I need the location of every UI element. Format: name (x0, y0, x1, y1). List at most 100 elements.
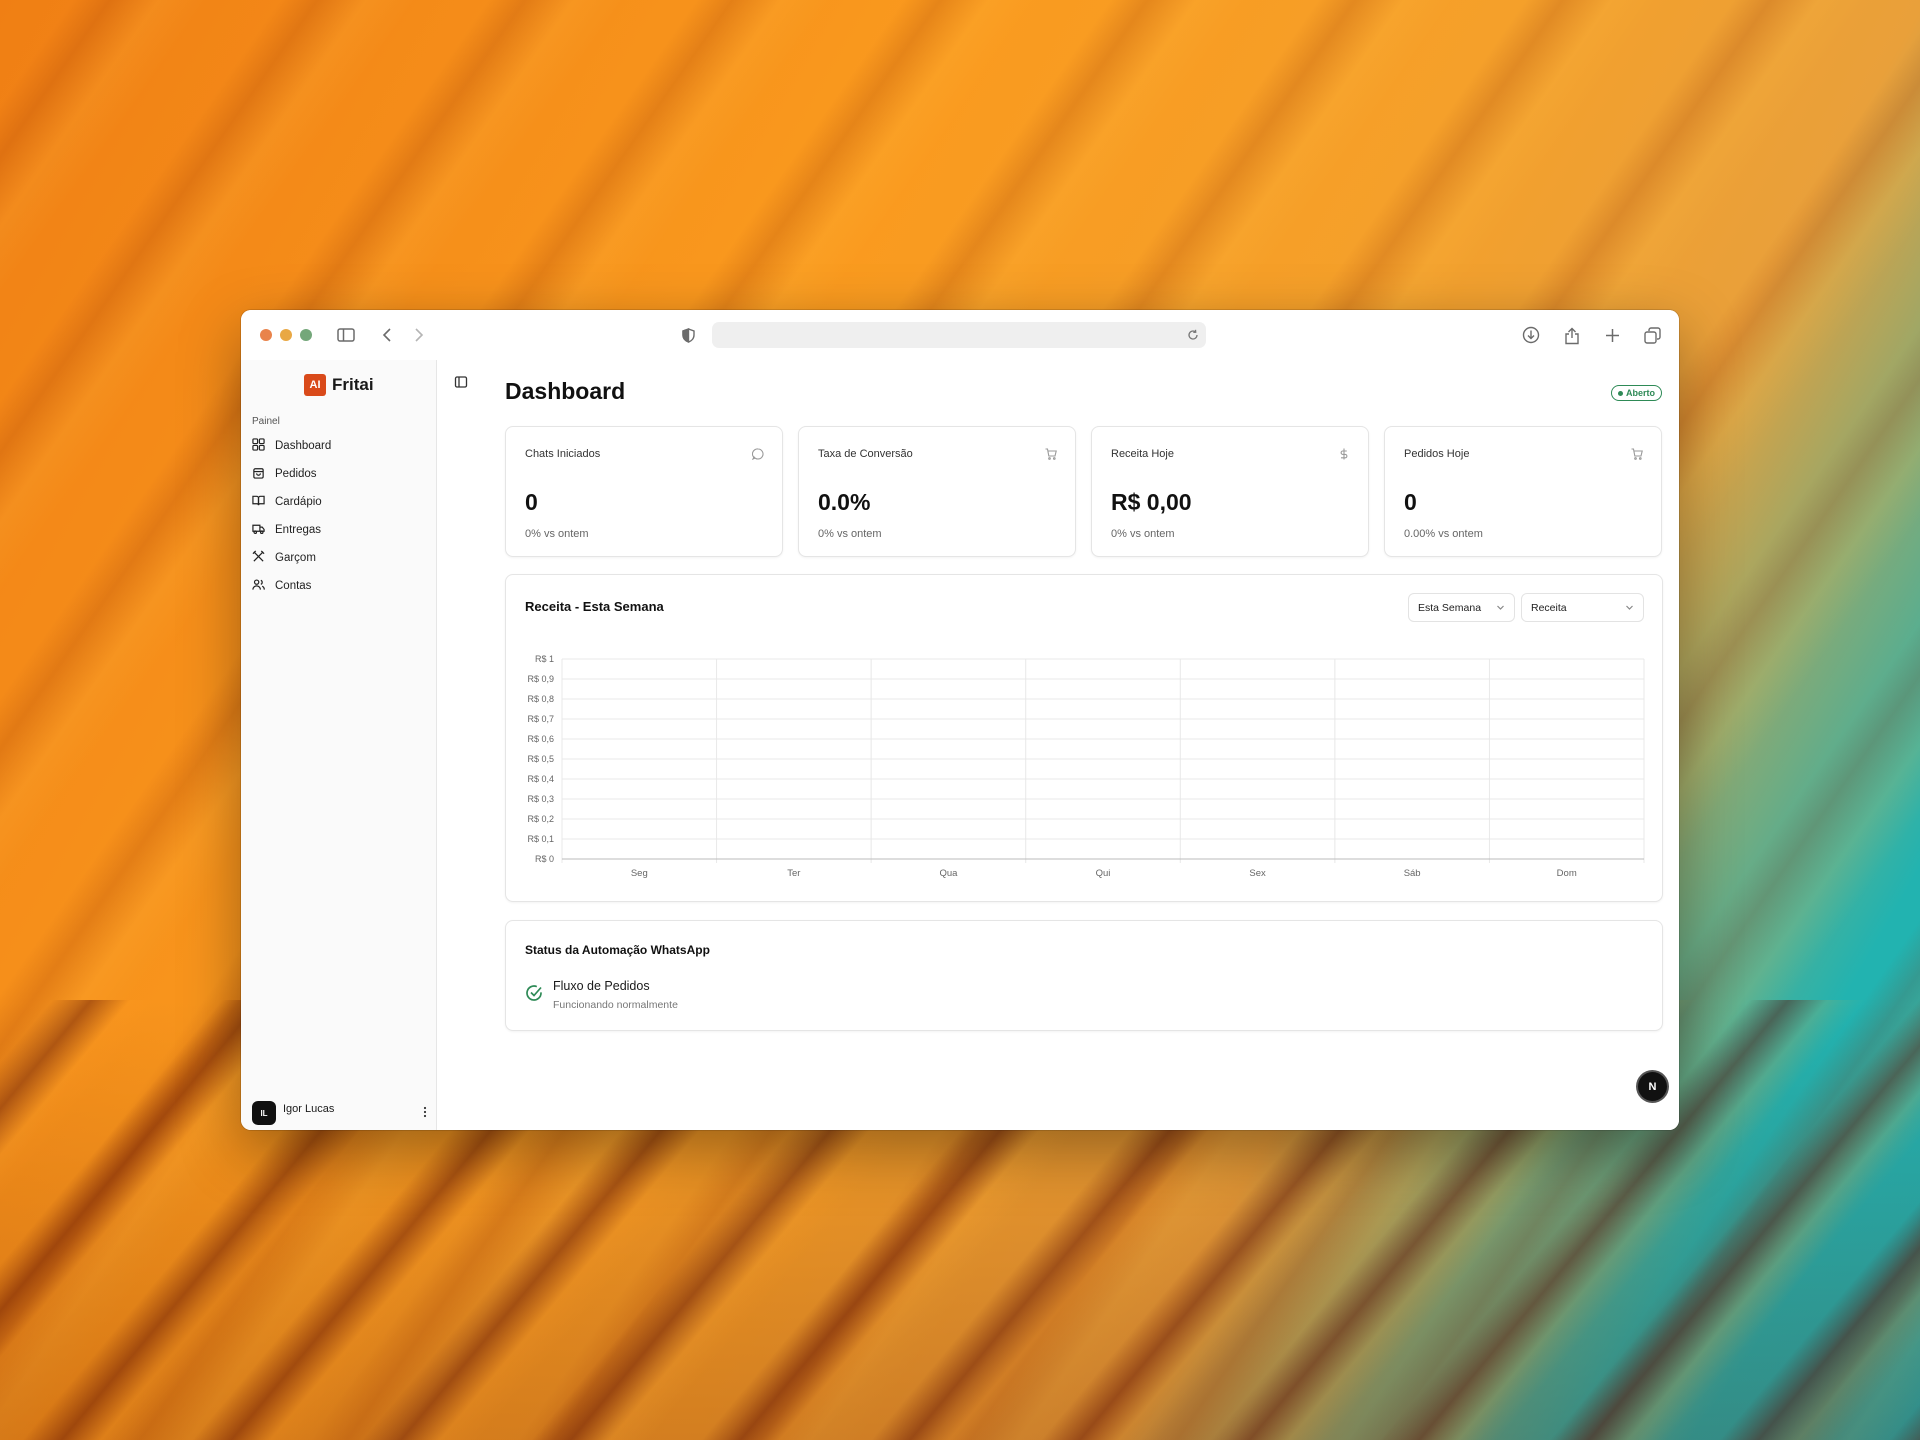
back-icon[interactable] (376, 324, 398, 346)
kpi-value: 0.0% (818, 489, 871, 515)
metric-select-value: Receita (1531, 601, 1567, 614)
dollar-icon (1338, 447, 1350, 460)
sidebar-item-label: Cardápio (275, 496, 322, 508)
check-circle-icon (525, 984, 543, 1002)
cart-icon (1045, 447, 1057, 460)
brand-logo: AI (304, 374, 326, 396)
page-title: Dashboard (505, 378, 626, 404)
sidebar-item-entregas[interactable]: Entregas (252, 516, 427, 544)
kpi-title: Taxa de Conversão (818, 448, 913, 460)
y-tick-label: R$ 0,7 (527, 714, 554, 724)
y-tick-label: R$ 0,6 (527, 734, 554, 744)
sidebar-item-label: Contas (275, 580, 312, 592)
sidebar-item-garcom[interactable]: Garçom (252, 544, 427, 572)
close-window-button[interactable] (260, 329, 272, 341)
brand-name: Fritai (332, 375, 374, 394)
x-tick-label: Seg (631, 868, 648, 879)
kpi-delta: 0% vs ontem (1111, 528, 1175, 540)
kpi-value: 0 (525, 489, 538, 515)
y-tick-label: R$ 0,1 (527, 834, 554, 844)
shopping-bag-icon (252, 466, 265, 482)
forward-icon[interactable] (408, 324, 430, 346)
downloads-icon[interactable] (1520, 324, 1542, 346)
chart-title: Receita - Esta Semana (525, 599, 664, 614)
app-sidebar: AI Fritai Painel Dashboard Pedidos Cardá… (241, 360, 437, 1130)
kpi-card-chats: Chats Iniciados 0 0% vs ontem (505, 426, 783, 557)
zoom-window-button[interactable] (300, 329, 312, 341)
sidebar-toggle-icon[interactable] (335, 324, 357, 346)
chevron-down-icon (1496, 603, 1505, 612)
kpi-title: Chats Iniciados (525, 448, 601, 460)
chevron-down-icon (1625, 603, 1634, 612)
book-open-icon (252, 494, 265, 510)
status-dot (1618, 390, 1623, 396)
sidebar-item-contas[interactable]: Contas (252, 572, 427, 600)
y-tick-label: R$ 0,8 (527, 694, 554, 704)
sidebar-item-label: Dashboard (275, 440, 332, 452)
sidebar-item-dashboard[interactable]: Dashboard (252, 432, 427, 460)
flow-name: Fluxo de Pedidos (553, 979, 650, 993)
x-tick-label: Ter (787, 868, 800, 879)
truck-icon (252, 522, 265, 538)
kpi-delta: 0% vs ontem (818, 528, 882, 540)
revenue-chart: R$ 0 R$ 0,1 R$ 0,2 R$ 0,3 R$ 0,4 R$ 0,5 R$ 0,6… (527, 654, 1645, 879)
brand[interactable]: AI Fritai (304, 374, 374, 396)
y-tick-label: R$ 0 (535, 854, 554, 864)
x-tick-label: Qui (1096, 868, 1111, 879)
y-tick-label: R$ 0,4 (527, 774, 554, 784)
privacy-shield-icon[interactable] (677, 324, 699, 346)
address-bar[interactable] (712, 322, 1206, 348)
avatar: IL (252, 1101, 276, 1125)
whatsapp-status-card: Status da Automação WhatsApp Fluxo de Pe… (505, 920, 1663, 1031)
sidebar-item-cardapio[interactable]: Cardápio (252, 488, 427, 516)
period-select-value: Esta Semana (1418, 601, 1482, 614)
y-tick-label: R$ 1 (535, 654, 554, 664)
x-tick-label: Sáb (1404, 868, 1421, 879)
x-tick-label: Dom (1557, 868, 1577, 879)
more-vertical-icon[interactable] (418, 1103, 432, 1123)
sidebar-item-label: Pedidos (275, 468, 317, 480)
user-name: Igor Lucas (283, 1103, 335, 1115)
y-tick-label: R$ 0,2 (527, 814, 554, 824)
kpi-value: R$ 0,00 (1111, 489, 1192, 515)
users-icon (252, 578, 265, 594)
sidebar-section-label: Painel (252, 416, 280, 427)
sidebar-item-label: Garçom (275, 552, 316, 564)
period-select[interactable]: Esta Semana (1408, 593, 1515, 622)
user-profile[interactable]: IL Igor Lucas (252, 1100, 432, 1126)
flow-status: Funcionando normalmente (553, 999, 678, 1011)
y-tick-label: R$ 0,3 (527, 794, 554, 804)
whatsapp-status-title: Status da Automação WhatsApp (525, 943, 710, 957)
share-icon[interactable] (1561, 324, 1583, 346)
cart-icon (1631, 447, 1643, 460)
panel-left-icon[interactable] (454, 375, 468, 389)
browser-window: AI Fritai Painel Dashboard Pedidos Cardá… (241, 310, 1679, 1130)
main-content: Dashboard Aberto Chats Iniciados 0 0% vs… (438, 360, 1679, 1130)
minimize-window-button[interactable] (280, 329, 292, 341)
sidebar-item-pedidos[interactable]: Pedidos (252, 460, 427, 488)
kpi-card-revenue: Receita Hoje R$ 0,00 0% vs ontem (1091, 426, 1369, 557)
floating-n-badge[interactable]: N (1638, 1072, 1667, 1101)
y-tick-label: R$ 0,5 (527, 754, 554, 764)
kpi-delta: 0.00% vs ontem (1404, 528, 1483, 540)
status-label: Aberto (1626, 388, 1655, 398)
grid-icon (252, 438, 265, 454)
revenue-chart-card: Receita - Esta Semana Esta Semana Receit… (505, 574, 1663, 902)
browser-toolbar (241, 310, 1679, 360)
kpi-delta: 0% vs ontem (525, 528, 589, 540)
kpi-title: Pedidos Hoje (1404, 448, 1470, 460)
kpi-card-orders: Pedidos Hoje 0 0.00% vs ontem (1384, 426, 1662, 557)
utensils-icon (252, 550, 265, 566)
kpi-title: Receita Hoje (1111, 448, 1174, 460)
reload-icon[interactable] (1187, 328, 1199, 340)
kpi-card-conversion: Taxa de Conversão 0.0% 0% vs ontem (798, 426, 1076, 557)
status-badge: Aberto (1611, 385, 1662, 401)
x-tick-label: Sex (1249, 868, 1266, 879)
tab-overview-icon[interactable] (1641, 324, 1663, 346)
new-tab-icon[interactable] (1601, 324, 1623, 346)
y-tick-label: R$ 0,9 (527, 674, 554, 684)
sidebar-nav: Dashboard Pedidos Cardápio Entregas Garç… (252, 432, 427, 600)
sidebar-item-label: Entregas (275, 524, 322, 536)
metric-select[interactable]: Receita (1521, 593, 1644, 622)
message-circle-icon (751, 447, 764, 461)
